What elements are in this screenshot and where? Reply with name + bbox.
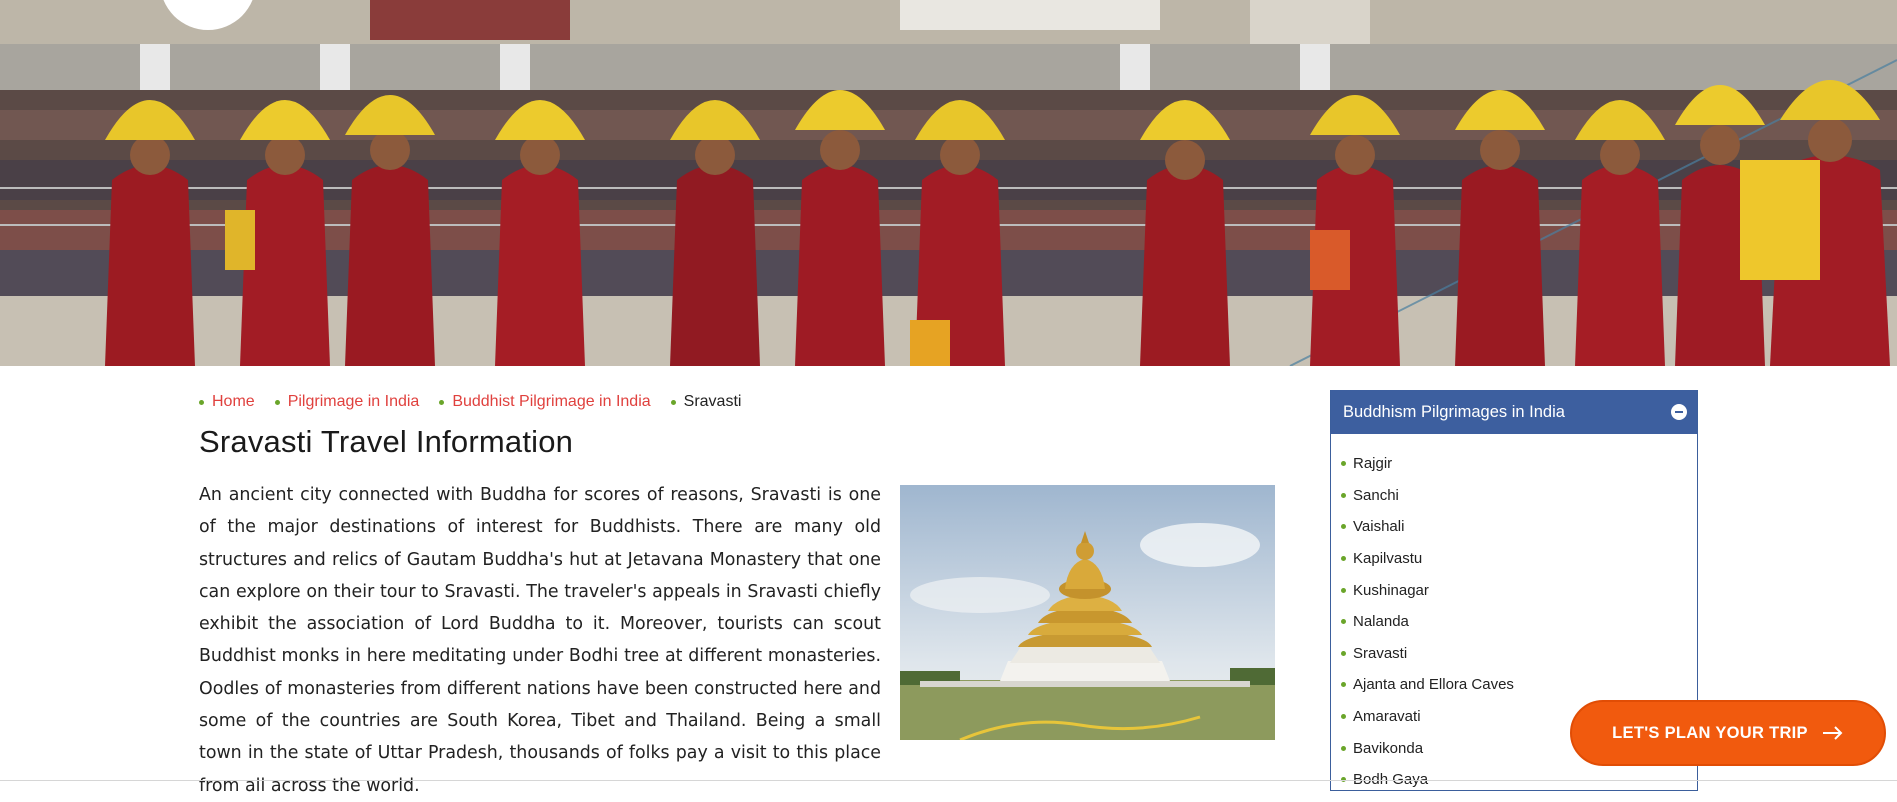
sidebar-item[interactable]: Nalanda: [1341, 606, 1697, 638]
sidebar-item-label[interactable]: Sravasti: [1353, 645, 1407, 662]
bullet-icon: [1341, 461, 1346, 467]
breadcrumb-link[interactable]: Home: [212, 393, 255, 411]
bullet-icon: [439, 399, 445, 405]
sidebar-item[interactable]: Ajanta and Ellora Caves: [1341, 669, 1697, 701]
sidebar-item-label[interactable]: Bavikonda: [1353, 740, 1423, 757]
plan-trip-label: LET'S PLAN YOUR TRIP: [1612, 723, 1808, 742]
breadcrumb-item-pilgrimage[interactable]: Pilgrimage in India: [274, 393, 420, 411]
intro-paragraph: An ancient city connected with Buddha fo…: [199, 485, 881, 796]
sidebar-item[interactable]: Sanchi: [1341, 480, 1697, 512]
sidebar-item[interactable]: Vaishali: [1341, 511, 1697, 543]
bullet-icon: [1341, 587, 1346, 593]
bullet-icon: [1341, 745, 1346, 751]
breadcrumb-item-current: Sravasti: [670, 393, 742, 411]
sidebar-header[interactable]: Buddhism Pilgrimages in India: [1331, 390, 1697, 434]
sidebar-item-label[interactable]: Amaravati: [1353, 708, 1421, 725]
sidebar-item[interactable]: Kushinagar: [1341, 574, 1697, 606]
sidebar-item[interactable]: Kapilvastu: [1341, 543, 1697, 575]
hero-banner: [0, 0, 1897, 366]
bullet-icon: [1341, 650, 1346, 656]
bullet-icon: [1341, 492, 1346, 498]
buddha-stupa-photo: [900, 485, 1275, 740]
breadcrumb-link[interactable]: Pilgrimage in India: [288, 393, 420, 411]
hero-monks-image: [0, 0, 1897, 366]
plan-trip-button[interactable]: LET'S PLAN YOUR TRIP: [1570, 700, 1886, 766]
breadcrumb-item-home[interactable]: Home: [199, 393, 255, 411]
bullet-icon: [199, 399, 204, 405]
sidebar-item[interactable]: Sravasti: [1341, 638, 1697, 670]
sidebar-item[interactable]: Rajgir: [1341, 448, 1697, 480]
breadcrumb-current-label: Sravasti: [683, 393, 742, 410]
breadcrumb-link[interactable]: Buddhist Pilgrimage in India: [452, 393, 650, 411]
sidebar-item-label[interactable]: Vaishali: [1353, 518, 1404, 535]
bullet-icon: [1341, 524, 1346, 530]
sidebar-title: Buddhism Pilgrimages in India: [1343, 402, 1565, 421]
sidebar-item-label[interactable]: Rajgir: [1353, 455, 1392, 472]
bullet-icon: [670, 399, 676, 405]
sidebar-item-label[interactable]: Nalanda: [1353, 613, 1409, 630]
sidebar-item-label[interactable]: Kapilvastu: [1353, 550, 1422, 567]
bullet-icon: [1341, 682, 1346, 688]
collapse-minus-icon[interactable]: [1671, 404, 1687, 420]
page-title: Sravasti Travel Information: [199, 424, 574, 459]
breadcrumb: Home Pilgrimage in India Buddhist Pilgri…: [199, 393, 741, 411]
arrow-right-icon: [1822, 726, 1843, 740]
bullet-icon: [274, 399, 280, 405]
bullet-icon: [1341, 556, 1346, 562]
bullet-icon: [1341, 714, 1346, 720]
sidebar-item-label[interactable]: Ajanta and Ellora Caves: [1353, 676, 1514, 693]
bullet-icon: [1341, 619, 1346, 625]
sidebar-item-label[interactable]: Kushinagar: [1353, 582, 1429, 599]
sidebar-item-label[interactable]: Sanchi: [1353, 487, 1399, 504]
breadcrumb-item-buddhist-pilgrimage[interactable]: Buddhist Pilgrimage in India: [439, 393, 651, 411]
